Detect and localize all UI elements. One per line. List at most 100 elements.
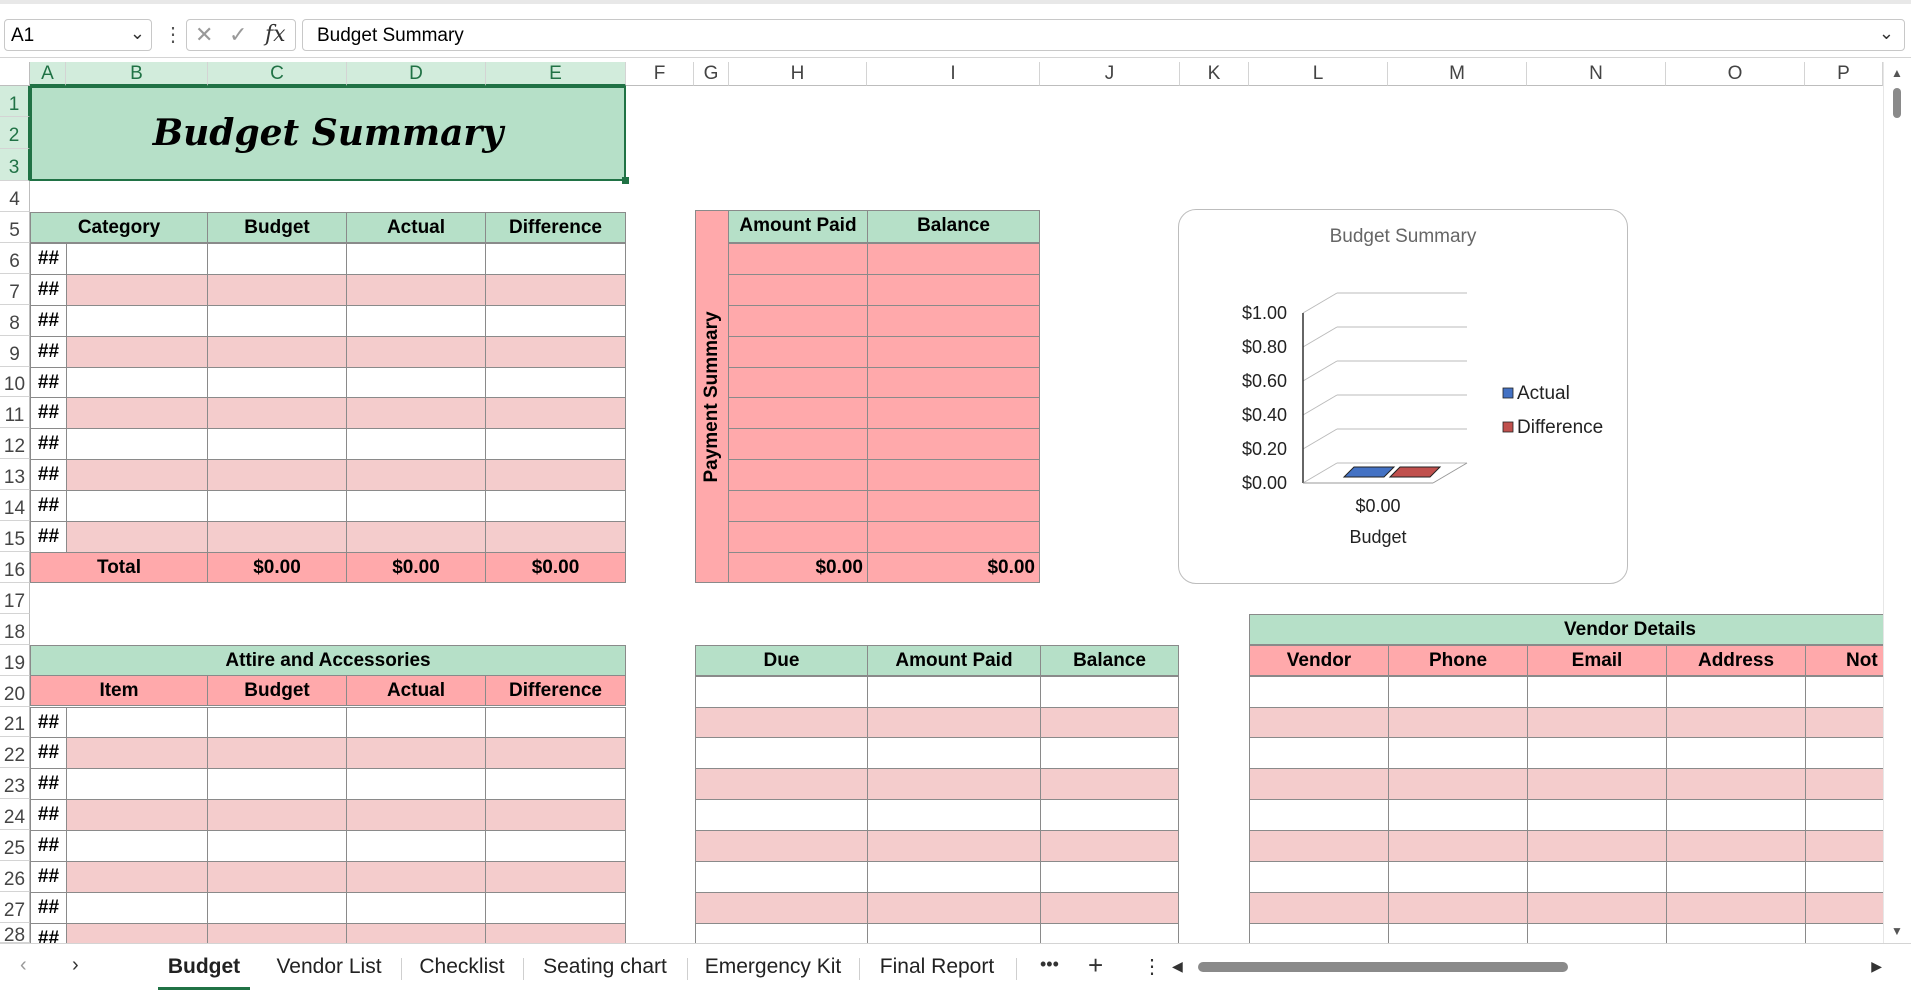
email-cell[interactable] <box>1527 830 1667 862</box>
row-marker[interactable]: ## <box>30 737 67 769</box>
column-header-f[interactable]: F <box>626 62 694 86</box>
tab-vendor-list[interactable]: Vendor List <box>268 944 390 990</box>
category-cell[interactable] <box>66 459 208 491</box>
vendor-cell[interactable] <box>1249 892 1389 924</box>
attire-difference-cell[interactable] <box>485 830 626 862</box>
row-marker[interactable]: ## <box>30 768 67 800</box>
notes-cell[interactable] <box>1805 923 1883 944</box>
row-header-16[interactable]: 16 <box>0 552 30 583</box>
tab-emergency-kit[interactable]: Emergency Kit <box>698 944 848 990</box>
amount-paid-cell[interactable] <box>728 274 868 306</box>
row-marker[interactable]: ## <box>30 707 67 738</box>
title-cell[interactable]: Budget Summary <box>30 86 629 184</box>
category-cell[interactable] <box>66 305 208 337</box>
attire-difference-cell[interactable] <box>485 861 626 893</box>
budget-cell[interactable] <box>207 243 347 275</box>
amount-paid-cell[interactable] <box>728 243 868 275</box>
item-cell[interactable] <box>66 830 208 862</box>
enter-icon[interactable]: ✓ <box>229 22 247 48</box>
attire-difference-cell[interactable] <box>485 768 626 800</box>
difference-cell[interactable] <box>485 459 626 491</box>
formula-input[interactable]: Budget Summary ⌄ <box>302 19 1905 51</box>
category-cell[interactable] <box>66 521 208 553</box>
address-cell[interactable] <box>1666 830 1806 862</box>
phone-cell[interactable] <box>1388 830 1528 862</box>
amount-paid-cell[interactable] <box>728 305 868 337</box>
row-marker[interactable]: ## <box>30 861 67 893</box>
item-cell[interactable] <box>66 923 208 944</box>
item-cell[interactable] <box>66 707 208 738</box>
scroll-left-icon[interactable]: ◀ <box>1172 958 1183 975</box>
phone-cell[interactable] <box>1388 676 1528 708</box>
item-cell[interactable] <box>66 861 208 893</box>
row-marker[interactable]: ## <box>30 459 67 491</box>
category-cell[interactable] <box>66 367 208 398</box>
attire-actual-cell[interactable] <box>346 768 486 800</box>
balance-cell[interactable] <box>867 367 1040 398</box>
total-amount-paid[interactable]: $0.00 <box>728 552 868 583</box>
attire-difference-cell[interactable] <box>485 799 626 831</box>
row-marker[interactable]: ## <box>30 923 67 949</box>
amount-paid-cell[interactable] <box>728 459 868 491</box>
row-header-9[interactable]: 9 <box>0 336 30 367</box>
difference-cell[interactable] <box>485 243 626 275</box>
difference-cell[interactable] <box>485 521 626 553</box>
amount-paid-cell[interactable] <box>728 428 868 460</box>
category-cell[interactable] <box>66 243 208 275</box>
row-marker[interactable]: ## <box>30 397 67 429</box>
email-cell[interactable] <box>1527 676 1667 708</box>
vendor-cell[interactable] <box>1249 768 1389 800</box>
horizontal-scrollbar[interactable]: ◀ ▶ <box>1172 958 1882 978</box>
actual-cell[interactable] <box>346 367 486 398</box>
attire-budget-cell[interactable] <box>207 707 347 738</box>
item-cell[interactable] <box>66 892 208 924</box>
actual-cell[interactable] <box>346 428 486 460</box>
attire-budget-cell[interactable] <box>207 923 347 944</box>
budget-cell[interactable] <box>207 397 347 429</box>
row-header-8[interactable]: 8 <box>0 305 30 336</box>
row-header-21[interactable]: 21 <box>0 707 30 737</box>
next-sheet-icon[interactable]: › <box>72 954 79 977</box>
phone-cell[interactable] <box>1388 892 1528 924</box>
attire-actual-cell[interactable] <box>346 799 486 831</box>
balance-cell[interactable] <box>867 336 1040 368</box>
notes-cell[interactable] <box>1805 892 1883 924</box>
balance-cell[interactable] <box>867 428 1040 460</box>
address-cell[interactable] <box>1666 799 1806 831</box>
item-cell[interactable] <box>66 768 208 800</box>
email-cell[interactable] <box>1527 923 1667 944</box>
row-header-13[interactable]: 13 <box>0 459 30 490</box>
due-cell[interactable] <box>695 768 868 800</box>
due-balance-cell[interactable] <box>1040 799 1179 831</box>
address-cell[interactable] <box>1666 768 1806 800</box>
due-cell[interactable] <box>695 892 868 924</box>
tab-seating-chart[interactable]: Seating chart <box>534 944 676 990</box>
notes-cell[interactable] <box>1805 830 1883 862</box>
vendor-cell[interactable] <box>1249 707 1389 738</box>
email-cell[interactable] <box>1527 707 1667 738</box>
address-cell[interactable] <box>1666 676 1806 708</box>
attire-budget-cell[interactable] <box>207 861 347 893</box>
scroll-up-icon[interactable]: ▲ <box>1891 66 1903 80</box>
actual-cell[interactable] <box>346 521 486 553</box>
due-amount-paid-cell[interactable] <box>867 892 1041 924</box>
address-cell[interactable] <box>1666 707 1806 738</box>
expand-formula-icon[interactable]: ⌄ <box>1879 23 1894 44</box>
attire-difference-cell[interactable] <box>485 892 626 924</box>
actual-cell[interactable] <box>346 274 486 306</box>
tab-checklist[interactable]: Checklist <box>412 944 512 990</box>
column-header-i[interactable]: I <box>867 62 1040 86</box>
more-sheets-icon[interactable]: ••• <box>1040 954 1059 975</box>
phone-cell[interactable] <box>1388 923 1528 944</box>
column-header-h[interactable]: H <box>729 62 867 86</box>
due-amount-paid-cell[interactable] <box>867 861 1041 893</box>
budget-cell[interactable] <box>207 336 347 368</box>
actual-cell[interactable] <box>346 490 486 522</box>
tab-final-report[interactable]: Final Report <box>870 944 1004 990</box>
total-actual[interactable]: $0.00 <box>346 552 486 583</box>
row-header-14[interactable]: 14 <box>0 490 30 521</box>
phone-cell[interactable] <box>1388 861 1528 893</box>
row-header-17[interactable]: 17 <box>0 583 30 614</box>
actual-cell[interactable] <box>346 305 486 337</box>
amount-paid-cell[interactable] <box>728 367 868 398</box>
